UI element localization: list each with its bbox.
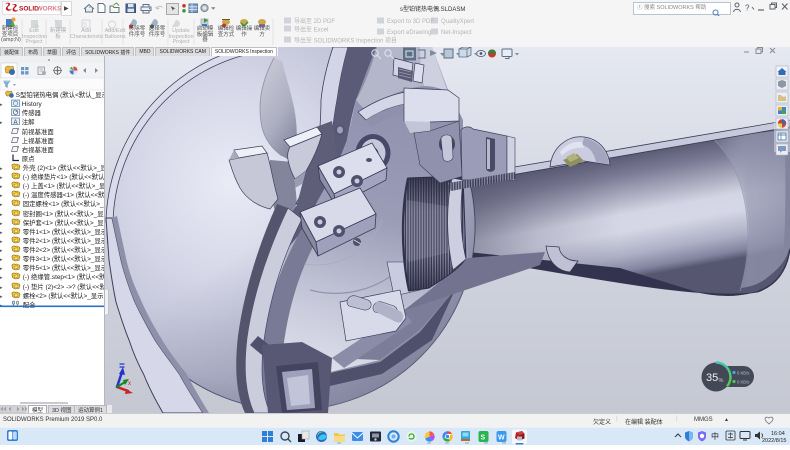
svg-text:16:04: 16:04 (771, 431, 785, 437)
svg-text:0 KB/s: 0 KB/s (737, 371, 749, 376)
svg-text:%: % (719, 378, 724, 384)
svg-text:x: x (128, 381, 131, 387)
svg-text:2022/8/15: 2022/8/15 (762, 438, 786, 444)
svg-text:W: W (498, 435, 505, 442)
svg-text:S: S (481, 435, 486, 442)
svg-text:导出至 SOLIDWORKS Inspection 项目: 导出至 SOLIDWORKS Inspection 项目 (294, 37, 397, 45)
svg-text:QualityXpert: QualityXpert (441, 19, 474, 25)
svg-text:Export to 3D PDF: Export to 3D PDF (387, 19, 434, 25)
svg-text:Export eDrawing: Export eDrawing (387, 30, 431, 36)
svg-text:0 KB/s: 0 KB/s (737, 380, 749, 385)
svg-text:35: 35 (706, 372, 718, 384)
svg-text:中: 中 (711, 431, 719, 441)
svg-text:Net-Inspect: Net-Inspect (441, 30, 472, 36)
svg-text:WORKS: WORKS (37, 6, 63, 13)
svg-text:导出至 Excel: 导出至 Excel (294, 26, 328, 34)
svg-text:?: ? (745, 4, 750, 13)
svg-text:导出至 2D PDF: 导出至 2D PDF (294, 17, 335, 25)
